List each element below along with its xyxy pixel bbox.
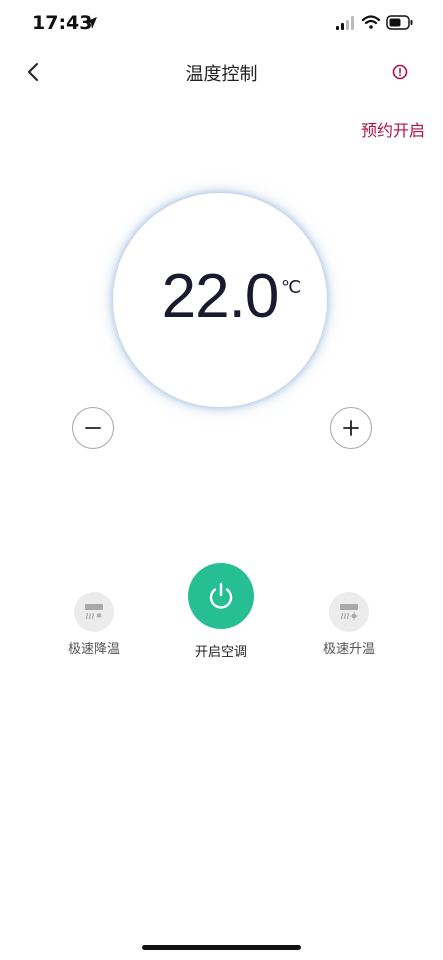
rapid-cool-label: 极速降温 xyxy=(67,642,120,657)
ac-cooling-icon xyxy=(85,604,103,620)
rapid-heat-icon-wrap xyxy=(329,592,369,632)
rapid-heat-label: 极速升温 xyxy=(322,642,375,657)
temperature-unit: ℃ xyxy=(281,277,302,297)
page-title: 温度控制 xyxy=(185,64,258,85)
alert-button[interactable] xyxy=(389,61,411,83)
exclamation-circle-icon xyxy=(392,64,408,80)
battery-icon xyxy=(386,15,413,30)
schedule-link[interactable]: 预约开启 xyxy=(361,117,425,141)
power-icon xyxy=(209,582,233,609)
home-indicator[interactable] xyxy=(142,945,301,950)
rapid-cool-icon-wrap xyxy=(74,592,114,632)
plus-icon xyxy=(343,420,359,436)
minus-icon xyxy=(85,427,101,429)
location-arrow-icon xyxy=(85,17,97,29)
increase-temperature-button[interactable] xyxy=(330,407,372,449)
rapid-cool-button[interactable]: 极速降温 xyxy=(64,592,124,657)
wifi-icon xyxy=(362,15,380,29)
signal-icon xyxy=(336,16,354,30)
power-button[interactable] xyxy=(188,563,254,629)
nav-bar: 温度控制 xyxy=(0,50,443,94)
decrease-temperature-button[interactable] xyxy=(72,407,114,449)
status-bar: 17:43 xyxy=(0,0,443,50)
power-label: 开启空调 xyxy=(194,645,247,660)
rapid-heat-button[interactable]: 极速升温 xyxy=(319,592,379,657)
ac-heating-icon xyxy=(340,604,358,620)
power-control[interactable]: 开启空调 xyxy=(186,563,256,660)
temperature-dial: 22.0 ℃ xyxy=(113,193,327,407)
